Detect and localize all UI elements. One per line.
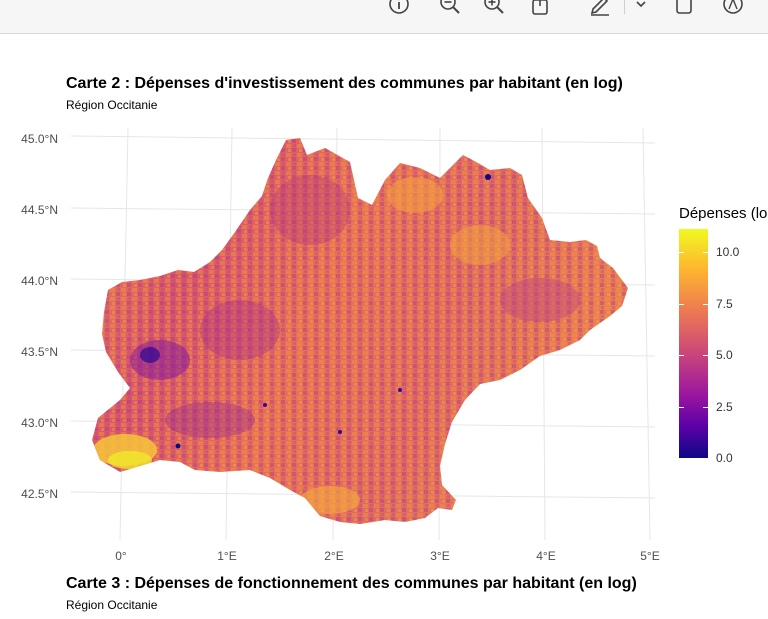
lat-label: 44.0°N (21, 274, 58, 288)
lon-label: 1°E (217, 549, 236, 563)
lat-label: 44.5°N (21, 203, 58, 217)
map3-title: Carte 3 : Dépenses de fonctionnement des… (66, 575, 637, 592)
lon-label: 5°E (640, 549, 659, 563)
legend-tick (679, 458, 708, 459)
lon-labels: 0° 1°E 2°E 3°E 4°E 5°E (115, 549, 659, 563)
lat-label: 43.0°N (21, 416, 58, 430)
lon-label: 3°E (430, 549, 449, 563)
occitanie-map: 45.0°N 44.5°N 44.0°N 43.5°N 43.0°N 42.5°… (21, 127, 660, 563)
lat-label: 43.5°N (21, 345, 58, 359)
map3-subtitle: Région Occitanie (66, 598, 158, 612)
region-occitanie (92, 138, 628, 524)
legend-colorbar (679, 229, 708, 458)
lon-label: 0° (115, 549, 127, 563)
legend-label: 0.0 (716, 451, 733, 465)
legend-title: Dépenses (lo (679, 205, 768, 222)
legend-tick (679, 252, 708, 253)
legend-tick (679, 304, 708, 305)
legend-tick (679, 407, 708, 408)
lat-label: 42.5°N (21, 487, 58, 501)
legend-label: 7.5 (716, 297, 733, 311)
legend-tick (679, 355, 708, 356)
legend-label: 2.5 (716, 400, 733, 414)
legend-label: 10.0 (716, 245, 740, 259)
lat-label: 45.0°N (21, 132, 58, 146)
lon-label: 2°E (324, 549, 343, 563)
lon-label: 4°E (536, 549, 555, 563)
lat-labels: 45.0°N 44.5°N 44.0°N 43.5°N 43.0°N 42.5°… (21, 132, 58, 501)
legend-label: 5.0 (716, 348, 733, 362)
